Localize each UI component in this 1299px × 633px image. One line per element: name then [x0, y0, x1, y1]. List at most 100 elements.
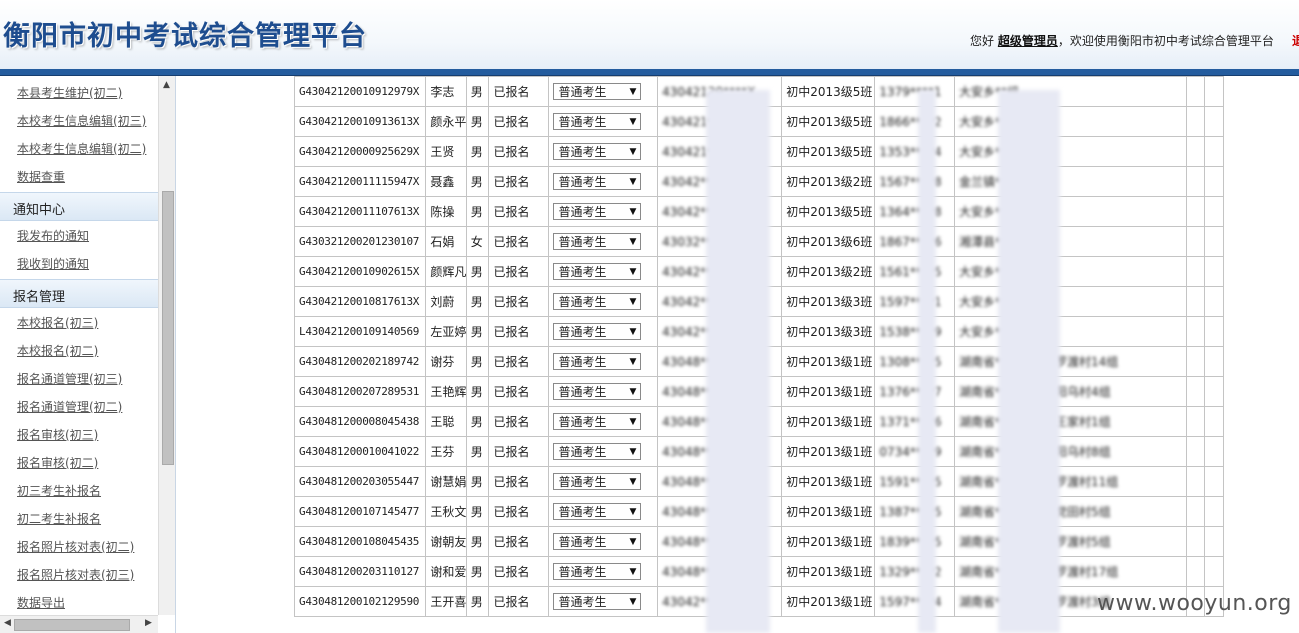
student-type-select[interactable]: 普通考生 ▼: [553, 563, 642, 581]
address-cell: 湖南省**市仁义乡阳乌村8组: [953, 436, 1187, 467]
student-type-select[interactable]: 普通考生 ▼: [553, 293, 642, 311]
scroll-thumb-horizontal[interactable]: [14, 619, 130, 631]
sidebar-vertical-scrollbar[interactable]: ▲: [158, 76, 175, 615]
gender-cell: 男: [465, 526, 490, 557]
chevron-down-icon[interactable]: ▼: [630, 504, 637, 521]
student-type-select[interactable]: 普通考生 ▼: [553, 143, 642, 161]
sidebar-item[interactable]: 报名审核(初三): [17, 426, 98, 443]
gender-cell: 女: [465, 226, 490, 257]
exam-number-cell: G430481200207289531: [293, 376, 427, 407]
chevron-down-icon[interactable]: ▼: [630, 234, 637, 251]
chevron-down-icon[interactable]: ▼: [630, 114, 637, 131]
scroll-thumb[interactable]: [162, 191, 174, 465]
student-type-select[interactable]: 普通考生 ▼: [553, 113, 642, 131]
sidebar-item[interactable]: 本校报名(初三): [17, 314, 98, 331]
student-type-select[interactable]: 普通考生 ▼: [553, 443, 642, 461]
exam-number-cell: G43042120011115947X: [293, 166, 427, 197]
sidebar-item[interactable]: 报名照片核对表(初二): [17, 538, 134, 555]
phone-cell: 1371****6: [874, 406, 955, 437]
sidebar-item[interactable]: 我发布的通知: [17, 227, 89, 244]
watermark-text: www.wooyun.org: [1097, 591, 1292, 616]
phone-cell: 1567****8: [874, 166, 955, 197]
scroll-right-icon[interactable]: ▶: [145, 618, 152, 628]
class-cell: 初中2013级1班: [781, 376, 876, 407]
sidebar-item[interactable]: 我收到的通知: [17, 255, 89, 272]
type-cell: 普通考生 ▼: [548, 316, 659, 347]
sidebar-horizontal-scrollbar[interactable]: ◀ ▶: [0, 615, 158, 633]
sidebar-item[interactable]: 报名通道管理(初二): [17, 398, 122, 415]
status-cell: 已报名: [488, 556, 550, 587]
sidebar-section-signup[interactable]: 报名管理: [0, 279, 158, 308]
status-cell: 已报名: [488, 196, 550, 227]
sidebar-item[interactable]: 本校考生信息编辑(初三): [17, 112, 146, 129]
student-type-select[interactable]: 普通考生 ▼: [553, 503, 642, 521]
chevron-down-icon[interactable]: ▼: [630, 384, 637, 401]
chevron-down-icon[interactable]: ▼: [630, 204, 637, 221]
empty-cell: [1185, 136, 1206, 167]
scroll-left-icon[interactable]: ◀: [4, 618, 11, 628]
chevron-down-icon[interactable]: ▼: [630, 84, 637, 101]
sidebar-item[interactable]: 初三考生补报名: [17, 482, 101, 499]
sidebar-item[interactable]: 报名照片核对表(初三): [17, 566, 134, 583]
chevron-down-icon[interactable]: ▼: [630, 564, 637, 581]
chevron-down-icon[interactable]: ▼: [630, 294, 637, 311]
student-type-select[interactable]: 普通考生 ▼: [553, 323, 642, 341]
select-value: 普通考生: [558, 205, 607, 219]
student-type-select[interactable]: 普通考生 ▼: [553, 413, 642, 431]
sidebar-item[interactable]: 数据导出: [17, 594, 65, 611]
sidebar-section-notice[interactable]: 通知中心: [0, 192, 158, 221]
sidebar-item[interactable]: 报名审核(初二): [17, 454, 98, 471]
logout-link[interactable]: 退: [1292, 32, 1299, 49]
sidebar-item[interactable]: 本校考生信息编辑(初二): [17, 140, 146, 157]
student-type-select[interactable]: 普通考生 ▼: [553, 263, 642, 281]
student-type-select[interactable]: 普通考生 ▼: [553, 203, 642, 221]
chevron-down-icon[interactable]: ▼: [630, 594, 637, 611]
chevron-down-icon[interactable]: ▼: [630, 174, 637, 191]
class-cell: 初中2013级2班: [781, 166, 876, 197]
scroll-up-icon[interactable]: ▲: [163, 80, 170, 90]
student-type-select[interactable]: 普通考生 ▼: [553, 593, 642, 611]
chevron-down-icon[interactable]: ▼: [630, 264, 637, 281]
student-type-select[interactable]: 普通考生 ▼: [553, 473, 642, 491]
student-type-select[interactable]: 普通考生 ▼: [553, 353, 642, 371]
chevron-down-icon[interactable]: ▼: [630, 534, 637, 551]
name-cell: 谢慧娟: [425, 466, 467, 497]
chevron-down-icon[interactable]: ▼: [630, 414, 637, 431]
status-cell: 已报名: [488, 466, 550, 497]
name-cell: 聂鑫: [425, 166, 467, 197]
chevron-down-icon[interactable]: ▼: [630, 444, 637, 461]
gender-cell: 男: [465, 106, 490, 137]
sidebar-item[interactable]: 报名通道管理(初三): [17, 370, 122, 387]
type-cell: 普通考生 ▼: [548, 496, 659, 527]
chevron-down-icon[interactable]: ▼: [630, 324, 637, 341]
student-type-select[interactable]: 普通考生 ▼: [553, 173, 642, 191]
student-type-select[interactable]: 普通考生 ▼: [553, 383, 642, 401]
sidebar-item[interactable]: 本县考生维护(初二): [17, 84, 122, 101]
name-cell: 王贤: [425, 136, 467, 167]
class-cell: 初中2013级1班: [781, 466, 876, 497]
address-cell: 大安乡**组: [953, 256, 1187, 287]
sidebar-item[interactable]: 初二考生补报名: [17, 510, 101, 527]
phone-cell: 1379****1: [874, 76, 955, 107]
student-type-select[interactable]: 普通考生 ▼: [553, 233, 642, 251]
current-user-link[interactable]: 超级管理员: [998, 34, 1058, 48]
student-type-select[interactable]: 普通考生 ▼: [553, 533, 642, 551]
gender-cell: 男: [465, 166, 490, 197]
chevron-down-icon[interactable]: ▼: [630, 354, 637, 371]
gender-cell: 男: [465, 436, 490, 467]
empty-cell: [1204, 436, 1224, 467]
phone-cell: 1597****4: [874, 586, 955, 617]
type-cell: 普通考生 ▼: [548, 376, 659, 407]
student-type-select[interactable]: 普通考生 ▼: [553, 83, 642, 101]
chevron-down-icon[interactable]: ▼: [630, 474, 637, 491]
sidebar-item[interactable]: 本校报名(初二): [17, 342, 98, 359]
exam-number-cell: G43042120010817613X: [293, 286, 427, 317]
empty-cell: [1185, 286, 1206, 317]
gender-cell: 男: [465, 406, 490, 437]
name-cell: 谢和爱: [425, 556, 467, 587]
chevron-down-icon[interactable]: ▼: [630, 144, 637, 161]
name-cell: 谢朝友: [425, 526, 467, 557]
sidebar-item[interactable]: 数据查重: [17, 168, 65, 185]
status-cell: 已报名: [488, 136, 550, 167]
type-cell: 普通考生 ▼: [548, 436, 659, 467]
